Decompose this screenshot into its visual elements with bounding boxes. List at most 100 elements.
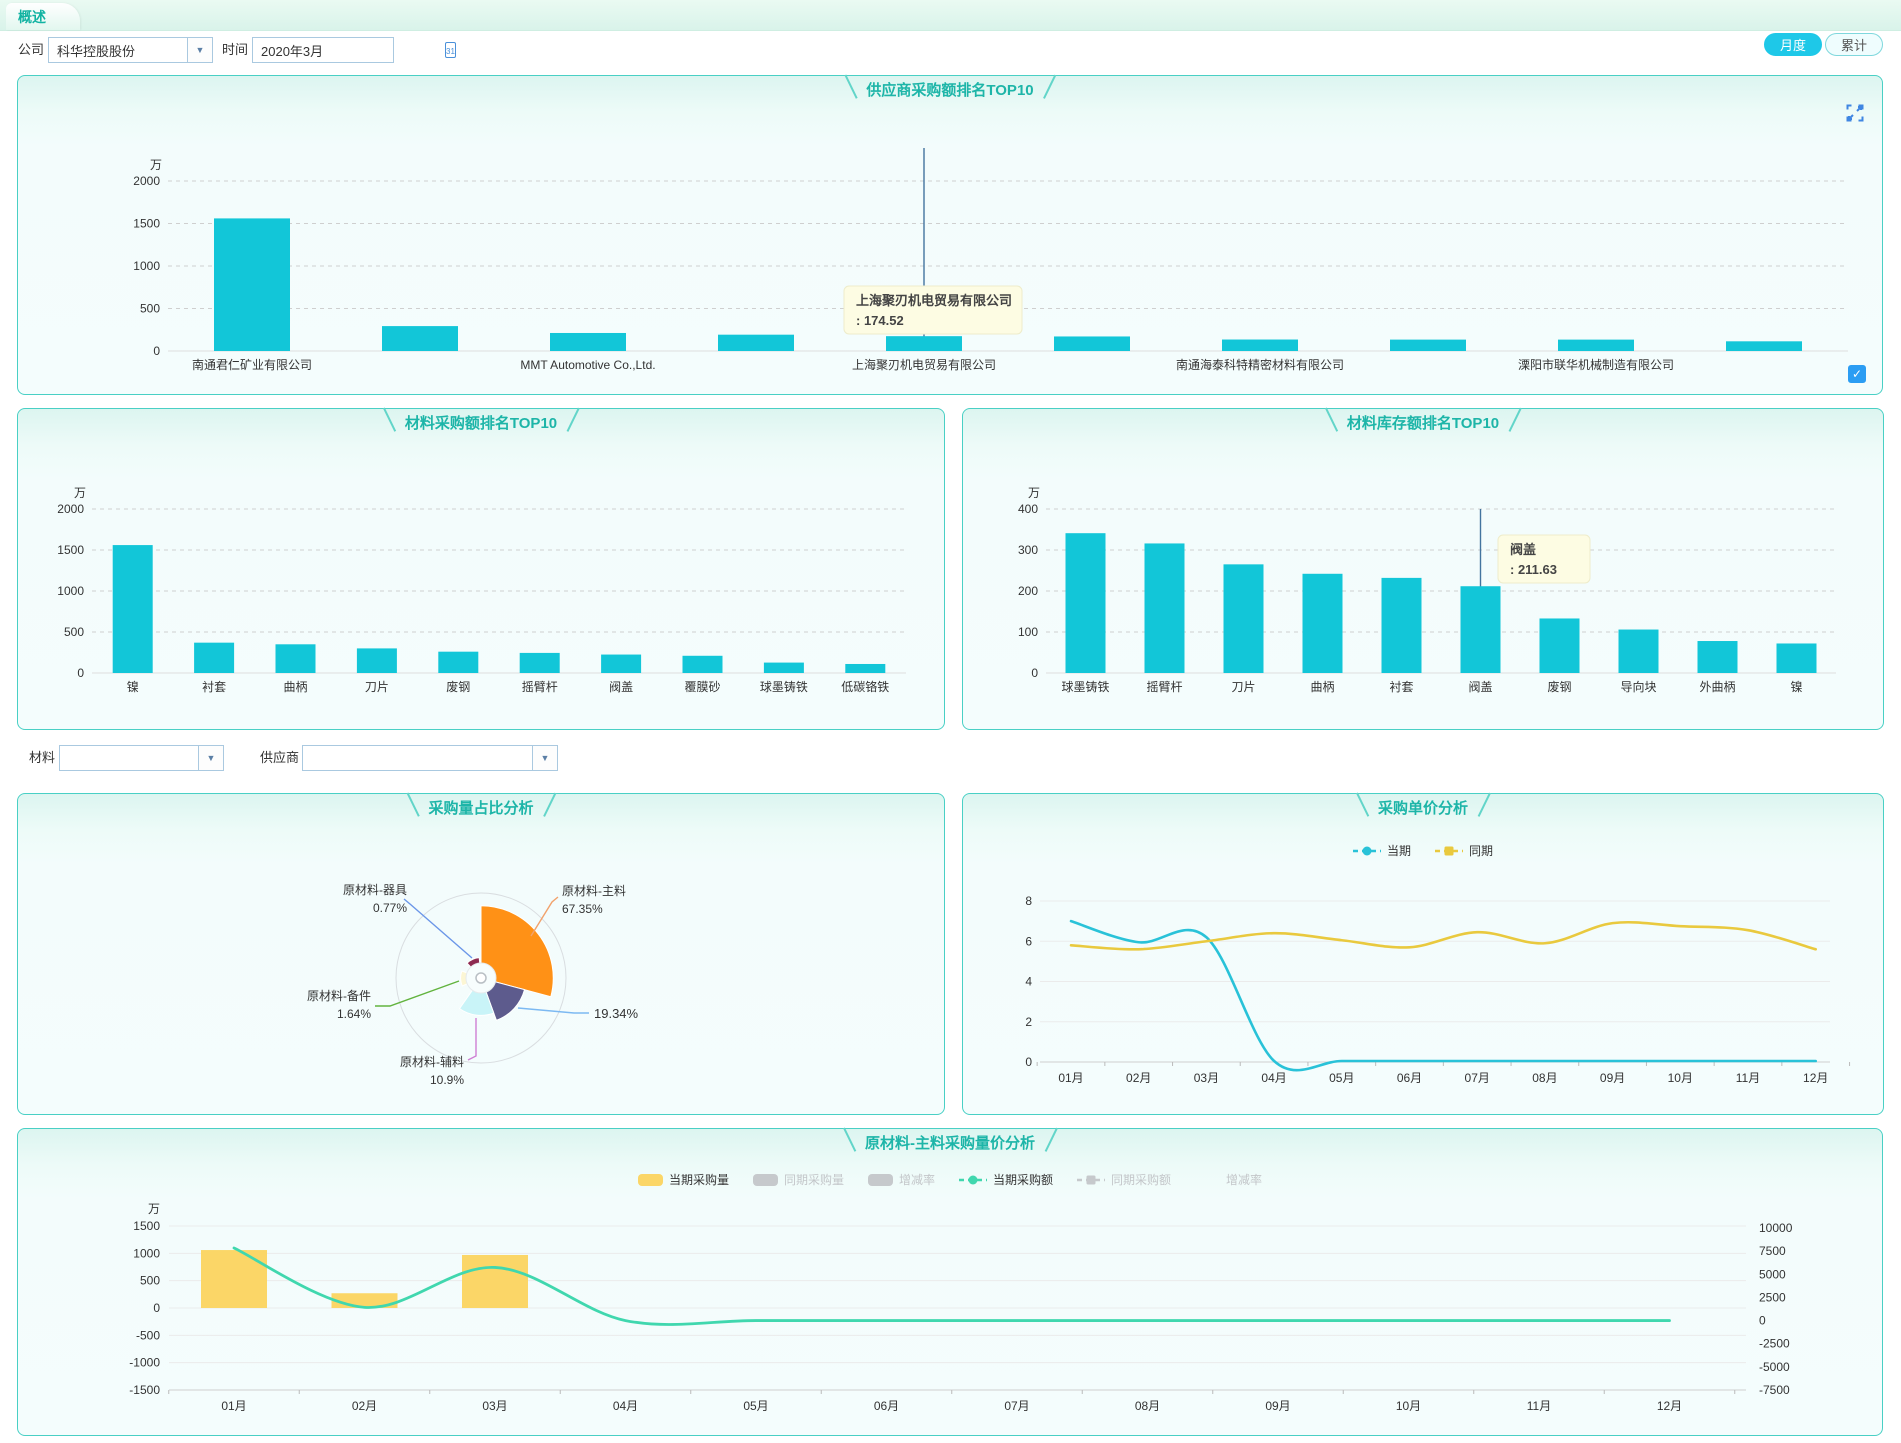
svg-text:67.35%: 67.35% [562,902,603,916]
svg-text:10000: 10000 [1759,1221,1793,1235]
dashboard-page: 概述 公司 科华控股股份 ▼ 时间 31 月度 累计 供应商采购额排名TOP10… [0,0,1901,1443]
svg-text:09月: 09月 [1265,1399,1290,1413]
svg-text:阀盖: 阀盖 [1510,542,1536,557]
svg-text:外曲柄: 外曲柄 [1699,680,1735,694]
cumulative-button-label: 累计 [1840,38,1867,53]
monthly-button[interactable]: 月度 [1764,33,1822,56]
company-label: 公司 [18,42,45,57]
calendar-icon[interactable]: 31 [445,42,456,58]
material-label: 材料 [29,750,56,765]
svg-text:2500: 2500 [1759,1290,1786,1304]
svg-text:万: 万 [1028,486,1040,500]
svg-text:1500: 1500 [133,217,160,231]
svg-text:05月: 05月 [1329,1071,1354,1085]
svg-text:12月: 12月 [1803,1071,1828,1085]
panel-supplier-top10: 供应商采购额排名TOP10 0 500 1000 1500 2000 万南通君仁矿业有限公… [17,75,1883,395]
monthly-button-label: 月度 [1779,38,1806,53]
supplier-top10-chart[interactable]: 0 500 1000 1500 2000 万南通君仁矿业有限公司 MMT Automotiv… [18,76,1882,394]
svg-text:2: 2 [1025,1015,1032,1029]
time-label: 时间 [222,42,249,57]
svg-text:10月: 10月 [1396,1399,1421,1413]
panel-material-stock-top10: 材料库存额排名TOP10 0 100 200 300 400 万球墨铸铁 摇臂杆 刀片 曲柄 衬套… [962,408,1884,730]
svg-text:0: 0 [1759,1314,1766,1328]
purchase-qty-share-chart[interactable]: 原材料-主料 67.35% 19.34% 原材料-辅料 10.9% 原材料-备件 1.64%… [18,794,944,1114]
svg-text:8: 8 [1025,894,1032,908]
tab-strip: 概述 [0,0,1901,31]
svg-text:: 211.63: : 211.63 [1510,562,1557,577]
svg-text:MMT Automotive Co.,Ltd.: MMT Automotive Co.,Ltd. [520,358,655,372]
svg-text:上海聚刃机电贸易有限公司: 上海聚刃机电贸易有限公司 [852,357,996,372]
material-stock-top10-chart[interactable]: 0100200300400万球墨铸铁 摇臂杆 刀片 曲柄 衬套 阀盖 废钢 导向块 外曲柄 镍阀盖… [963,409,1883,729]
panel-main-material: 原材料-主料采购量价分析 当期采购量 同期采购量 增减率 当期采购额 同期采购额 增减率 … [17,1128,1883,1436]
svg-text:-7500: -7500 [1759,1383,1790,1397]
svg-text:08月: 08月 [1532,1071,1557,1085]
svg-text:06月: 06月 [1397,1071,1422,1085]
svg-text:: 174.52: : 174.52 [856,313,904,328]
svg-text:-1000: -1000 [129,1356,160,1370]
svg-text:03月: 03月 [482,1399,507,1413]
svg-text:阀盖: 阀盖 [609,680,633,694]
svg-text:5000: 5000 [1759,1267,1786,1281]
chevron-down-icon: ▼ [187,38,212,62]
svg-text:6: 6 [1025,934,1032,948]
svg-text:19.34%: 19.34% [594,1006,639,1021]
panel-unit-price: 采购单价分析 当期 同期 0 2 4 6 8 01月 02月 03月 04月 05月 06月 07月 08… [962,793,1884,1115]
svg-text:7500: 7500 [1759,1244,1786,1258]
svg-text:废钢: 废钢 [1547,679,1571,694]
svg-text:刀片: 刀片 [1231,680,1255,694]
svg-text:05月: 05月 [743,1399,768,1413]
svg-text:02月: 02月 [352,1399,377,1413]
time-input-wrap: 31 [252,37,456,63]
tab-overview[interactable]: 概述 [6,3,80,30]
svg-text:0: 0 [153,344,160,358]
svg-text:低碳铬铁: 低碳铬铁 [841,679,889,694]
svg-text:0: 0 [77,666,84,680]
svg-text:曲柄: 曲柄 [283,680,307,694]
material-select[interactable]: ▼ [59,745,224,771]
svg-text:万: 万 [150,158,162,172]
svg-text:摇臂杆: 摇臂杆 [522,680,558,694]
svg-text:02月: 02月 [1126,1071,1151,1085]
svg-text:万: 万 [74,486,86,500]
svg-text:12月: 12月 [1657,1399,1682,1413]
fullscreen-expand-icon[interactable] [1846,104,1864,122]
main-material-chart[interactable]: -1500-1000-500050010001500万-7500-5000-25… [18,1129,1882,1435]
svg-text:0: 0 [1025,1055,1032,1069]
time-input[interactable] [253,42,445,58]
svg-text:500: 500 [64,625,84,639]
svg-text:1000: 1000 [57,584,84,598]
svg-text:03月: 03月 [1194,1071,1219,1085]
supplier-select[interactable]: ▼ [302,745,558,771]
cumulative-button[interactable]: 累计 [1825,33,1883,56]
svg-text:11月: 11月 [1527,1399,1551,1413]
material-purchase-top10-chart[interactable]: 0 500 1000 1500 2000 万镍 衬套 曲柄 刀片 废钢 摇臂杆 阀盖 覆膜砂 球墨铸铁 低碳… [18,409,944,729]
svg-text:球墨铸铁: 球墨铸铁 [760,679,808,694]
company-select[interactable]: 科华控股股份 ▼ [48,37,213,63]
panel-material-purchase-top10: 材料采购额排名TOP10 0 500 1000 1500 2000 万镍衬套 曲柄 刀片 废钢摇… [17,408,945,730]
svg-text:0.77%: 0.77% [373,901,407,915]
svg-text:400: 400 [1018,502,1038,516]
svg-text:球墨铸铁: 球墨铸铁 [1061,679,1109,694]
svg-text:南通君仁矿业有限公司: 南通君仁矿业有限公司 [192,357,312,372]
svg-text:1500: 1500 [133,1219,160,1233]
svg-text:200: 200 [1018,584,1038,598]
svg-text:01月: 01月 [221,1399,246,1413]
checkbox-checked-icon[interactable]: ✓ [1848,365,1866,383]
svg-text:1000: 1000 [133,259,160,273]
svg-text:-1500: -1500 [129,1383,160,1397]
svg-text:04月: 04月 [613,1399,638,1413]
svg-text:衬套: 衬套 [202,680,226,694]
svg-text:原材料-备件: 原材料-备件 [307,989,371,1003]
supplier-label: 供应商 [260,750,300,765]
svg-text:2000: 2000 [133,174,160,188]
svg-text:0: 0 [153,1301,160,1315]
svg-text:4: 4 [1025,975,1032,989]
svg-text:摇臂杆: 摇臂杆 [1146,680,1182,694]
svg-text:南通海泰科特精密材料有限公司: 南通海泰科特精密材料有限公司 [1176,357,1344,372]
panel-purchase-qty-share: 采购量占比分析 原材料-主料 67.35% 19.34% 原材料-辅料 10.9% 原材料… [17,793,945,1115]
svg-text:刀片: 刀片 [365,680,389,694]
unit-price-chart[interactable]: 0 2 4 6 8 01月 02月 03月 04月 05月 06月 07月 08月 09月 10月 11月 12… [963,794,1883,1114]
svg-text:500: 500 [140,302,160,316]
svg-text:衬套: 衬套 [1389,680,1413,694]
svg-text:11月: 11月 [1736,1071,1760,1085]
